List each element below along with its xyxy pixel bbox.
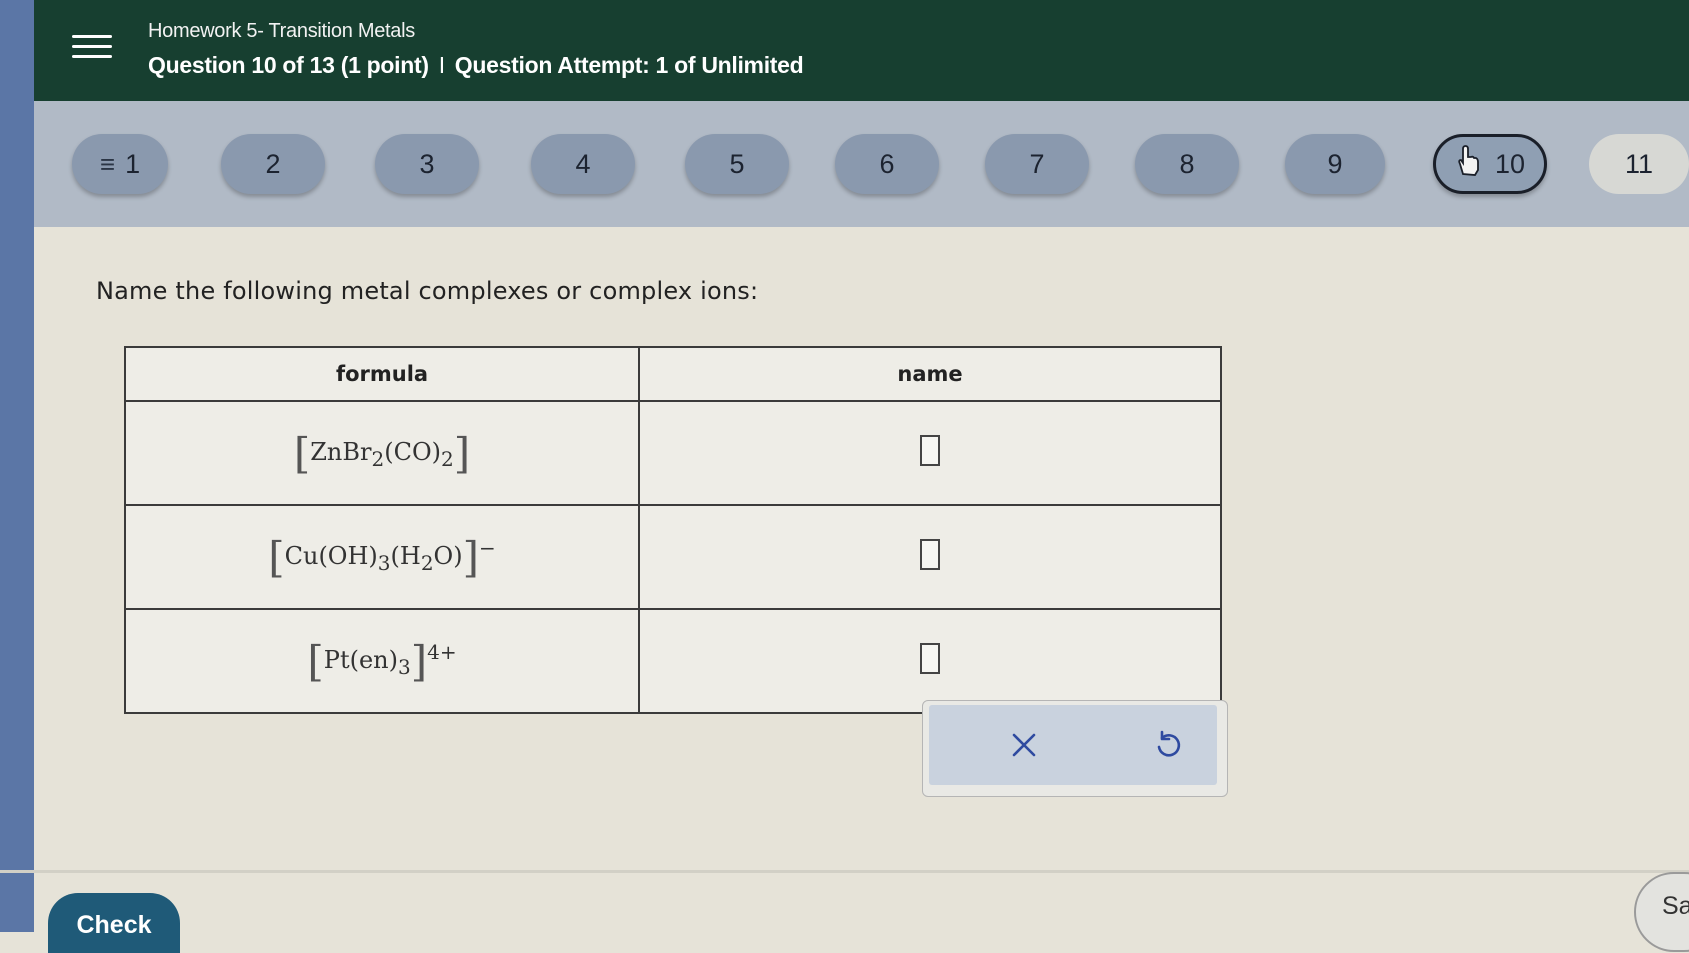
question-button-7[interactable]: 7 [985, 134, 1089, 194]
question-number: 5 [729, 148, 745, 179]
formula-cell: [ZnBr2(CO)2] [124, 400, 640, 506]
check-button[interactable]: Check [48, 893, 180, 953]
question-number: 3 [419, 148, 435, 179]
name-cell [638, 400, 1222, 506]
question-button-6[interactable]: 6 [835, 134, 939, 194]
answer-tools-bar [929, 705, 1217, 785]
question-number: 9 [1327, 148, 1343, 179]
question-number: 4 [575, 148, 591, 179]
formula-cell: [Pt(en)3]4+ [124, 608, 640, 714]
question-button-9[interactable]: 9 [1285, 134, 1385, 194]
question-button-10-current[interactable]: 10 [1433, 134, 1547, 194]
answer-tools-panel [922, 700, 1228, 797]
name-answer-input[interactable] [920, 643, 940, 674]
question-number: 10 [1494, 148, 1526, 179]
answer-table: formula name [ZnBr2(CO)2] [Cu(OH)3(H2O)]… [124, 346, 1222, 714]
name-answer-input[interactable] [920, 539, 940, 570]
question-number: 6 [879, 148, 895, 179]
undo-icon [1157, 730, 1181, 757]
assignment-title: Homework 5- Transition Metals [148, 20, 415, 42]
hamburger-menu-icon[interactable] [72, 28, 112, 62]
question-button-8[interactable]: 8 [1135, 134, 1239, 194]
question-label: Question 10 of 13 (1 point) [148, 52, 429, 78]
formula-zinc-complex: [ZnBr2(CO)2] [293, 428, 471, 478]
question-button-4[interactable]: 4 [531, 134, 635, 194]
question-number: 8 [1179, 148, 1195, 179]
question-status: Question 10 of 13 (1 point) I Question Att… [148, 52, 804, 79]
question-number: 7 [1029, 148, 1045, 179]
name-cell [638, 504, 1222, 610]
formula-copper-complex: [Cu(OH)3(H2O)]− [268, 532, 496, 582]
close-icon [1012, 733, 1036, 757]
formula-cell: [Cu(OH)3(H2O)]− [124, 504, 640, 610]
window-left-edge [0, 0, 34, 932]
question-prompt: Name the following metal complexes or co… [96, 277, 759, 305]
question-number: 2 [265, 148, 281, 179]
table-row: [Cu(OH)3(H2O)]− [124, 504, 1222, 610]
footer-divider [0, 870, 1689, 873]
question-number: 1 [125, 148, 141, 179]
list-icon: ≡ [99, 148, 116, 179]
formula-header: formula [124, 346, 640, 402]
question-number: 11 [1624, 148, 1654, 179]
question-button-11[interactable]: 11 [1589, 134, 1689, 194]
separator: I [438, 52, 445, 78]
save-button[interactable]: Sa [1634, 872, 1689, 952]
question-button-1[interactable]: ≡ 1 [72, 134, 168, 194]
table-row: [Pt(en)3]4+ [124, 608, 1222, 714]
question-button-2[interactable]: 2 [221, 134, 325, 194]
question-button-3[interactable]: 3 [375, 134, 479, 194]
name-answer-input[interactable] [920, 435, 940, 466]
question-button-5[interactable]: 5 [685, 134, 789, 194]
assignment-header: Homework 5- Transition Metals Question 1… [34, 0, 1689, 101]
formula-platinum-complex: [Pt(en)3]4+ [307, 636, 457, 686]
undo-button[interactable] [1143, 720, 1193, 770]
name-cell [638, 608, 1222, 714]
attempt-label: Question Attempt: 1 of Unlimited [454, 52, 804, 78]
pointer-hand-icon [1455, 144, 1481, 185]
question-navigation: ≡ 1 2 3 4 5 6 7 8 9 10 11 [34, 101, 1689, 227]
clear-button[interactable] [999, 720, 1049, 770]
table-row: [ZnBr2(CO)2] [124, 400, 1222, 506]
name-header: name [638, 346, 1222, 402]
table-header-row: formula name [124, 346, 1222, 402]
